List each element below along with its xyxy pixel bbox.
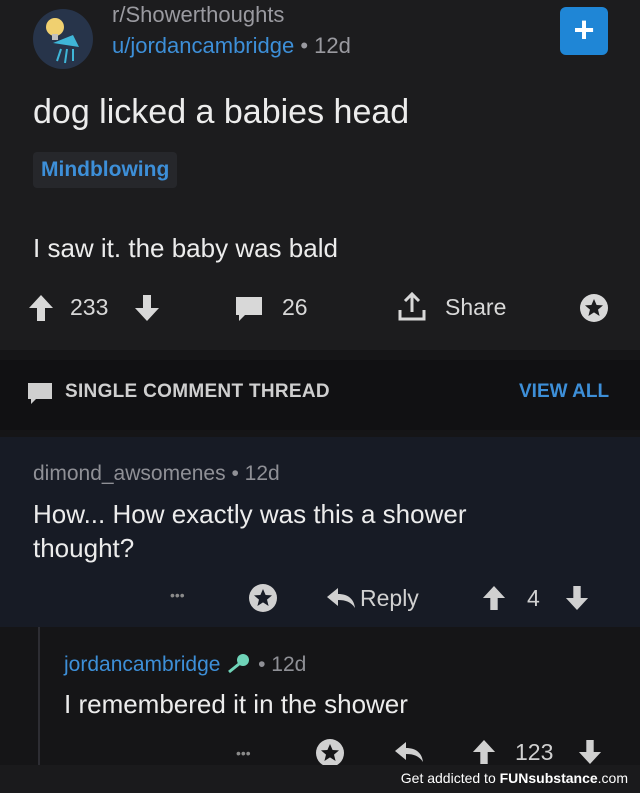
downvote-icon[interactable] <box>565 585 589 611</box>
reply-icon[interactable] <box>326 587 356 609</box>
shower-bulb-icon <box>46 18 79 64</box>
comment-meta: jordancambridge • 12d <box>64 652 306 677</box>
subreddit-name[interactable]: r/Showerthoughts <box>112 2 284 28</box>
post-card: r/Showerthoughts u/jordancambridge • 12d… <box>0 0 640 350</box>
reply-icon[interactable] <box>394 741 424 763</box>
view-all-button[interactable]: VIEW ALL <box>519 381 609 403</box>
comment-score: 4 <box>527 585 540 611</box>
thread-label: SINGLE COMMENT THREAD <box>65 381 330 402</box>
comment-meta: dimond_awsomenes • 12d <box>33 462 280 486</box>
watermark-brand: FUNsubstance <box>499 770 598 786</box>
comment-age: • 12d <box>258 653 307 676</box>
post-age: • 12d <box>300 33 351 58</box>
comment-text: How... How exactly was this a shower tho… <box>33 497 467 565</box>
post-body: I saw it. the baby was bald <box>33 233 338 263</box>
thread-line[interactable] <box>38 627 40 767</box>
watermark-bar: Get addicted to FUNsubstance.com <box>0 765 640 793</box>
post-meta: u/jordancambridge • 12d <box>112 33 351 59</box>
upvote-icon[interactable] <box>482 585 506 611</box>
comment-text-line: thought? <box>33 533 135 563</box>
downvote-icon[interactable] <box>578 739 602 765</box>
upvote-icon[interactable] <box>472 739 496 765</box>
downvote-icon[interactable] <box>134 294 160 322</box>
comment-score: 123 <box>515 739 554 765</box>
comment-text-line: How... How exactly was this a shower <box>33 499 467 529</box>
comment-count[interactable]: 26 <box>282 294 308 321</box>
comment-author[interactable]: jordancambridge <box>64 653 220 676</box>
comment-text: I remembered it in the shower <box>64 689 408 719</box>
join-button[interactable]: + <box>560 7 608 55</box>
post-title[interactable]: dog licked a babies head <box>33 93 409 132</box>
subreddit-avatar[interactable] <box>33 9 93 69</box>
watermark-prefix: Get addicted to <box>400 770 500 786</box>
award-icon[interactable] <box>578 292 610 324</box>
more-options-button[interactable]: ••• <box>236 745 251 761</box>
comment-age: • 12d <box>231 462 280 485</box>
comment-thread-icon <box>28 383 52 404</box>
post-actions: 233 26 Share <box>0 290 640 330</box>
share-button[interactable]: Share <box>445 294 506 321</box>
microphone-icon <box>228 654 250 674</box>
watermark-text: Get addicted to FUNsubstance.com <box>401 770 628 786</box>
comment-author[interactable]: dimond_awsomenes <box>33 462 226 485</box>
award-icon[interactable] <box>247 582 279 614</box>
post-flair[interactable]: Mindblowing <box>33 152 178 188</box>
share-icon[interactable] <box>397 292 427 322</box>
comment-highlighted: dimond_awsomenes • 12d How... How exactl… <box>0 437 640 627</box>
more-options-button[interactable]: ••• <box>170 587 185 603</box>
watermark-suffix: .com <box>597 770 628 786</box>
comment-reply: jordancambridge • 12d I remembered it in… <box>0 627 640 767</box>
upvote-icon[interactable] <box>28 294 54 322</box>
post-author[interactable]: u/jordancambridge <box>112 33 294 58</box>
single-thread-bar: SINGLE COMMENT THREAD VIEW ALL <box>0 360 640 430</box>
comment-icon[interactable] <box>235 296 263 322</box>
reply-button[interactable]: Reply <box>360 585 419 612</box>
post-score: 233 <box>70 294 109 320</box>
